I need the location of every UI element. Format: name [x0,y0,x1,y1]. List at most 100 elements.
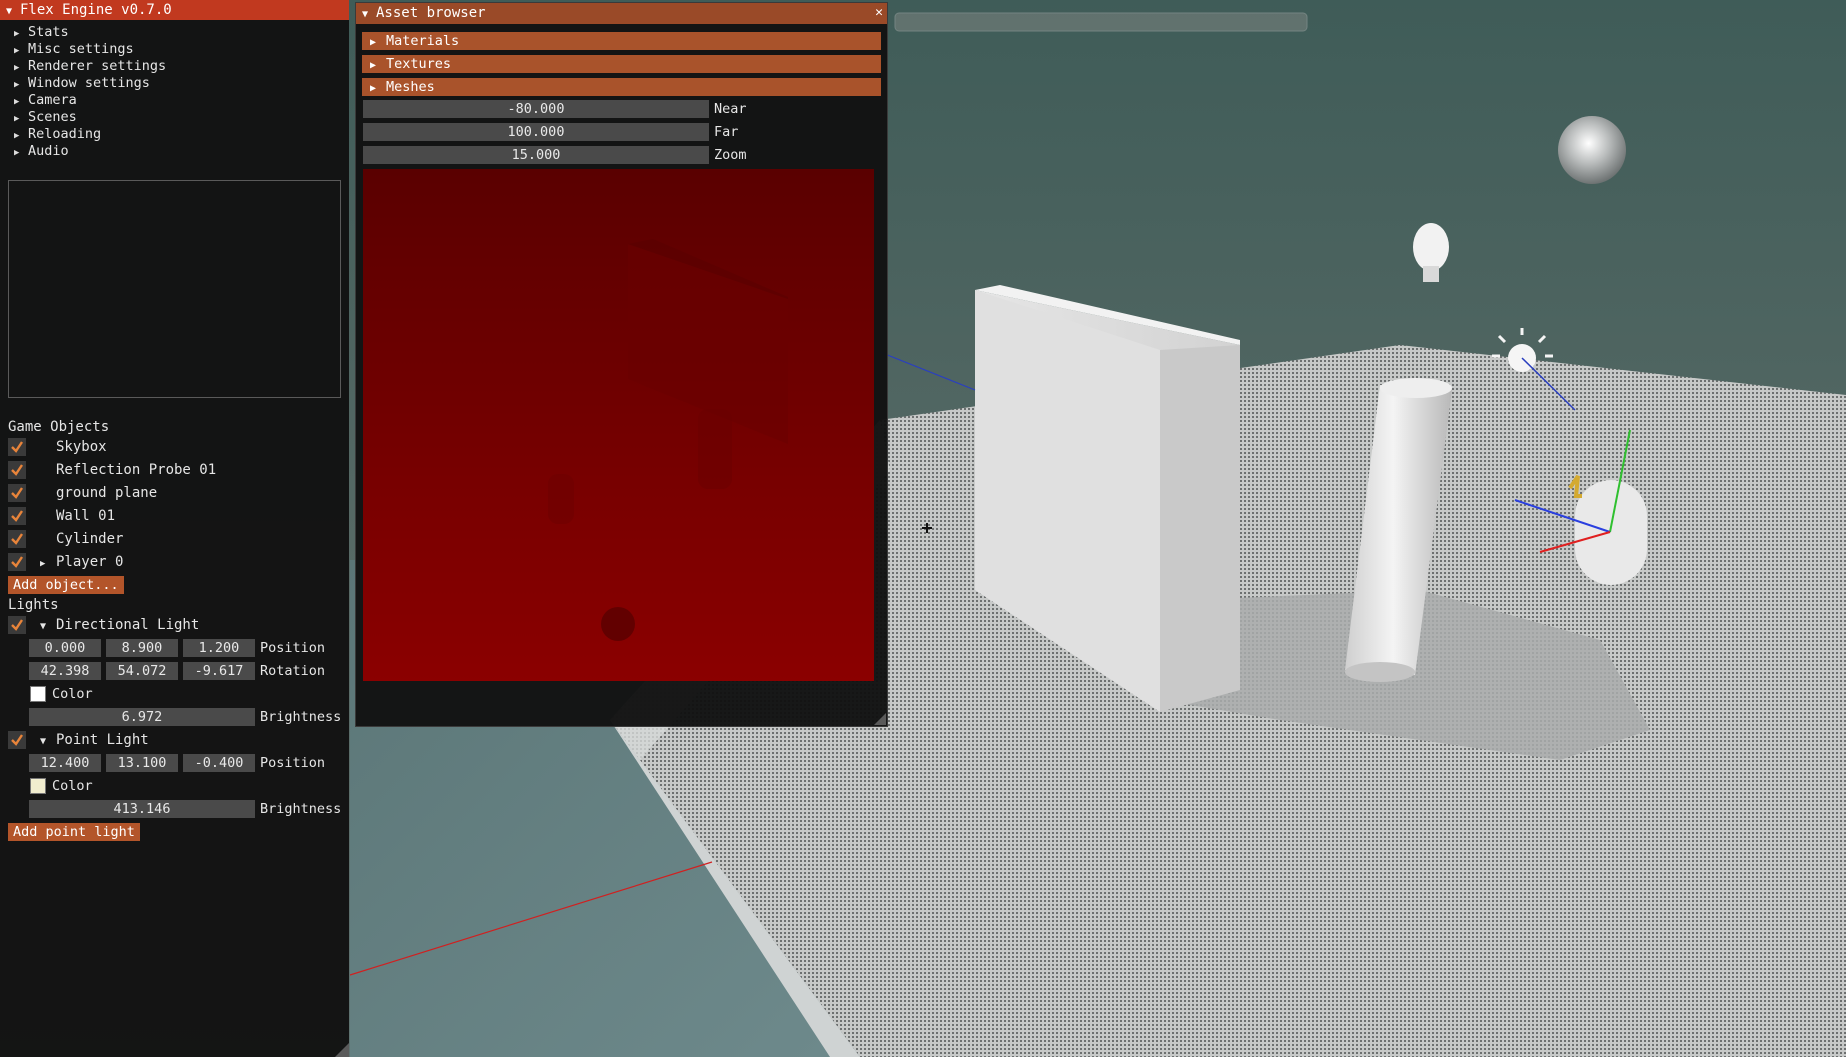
dir-rotation-x[interactable]: 42.398 [29,662,101,680]
game-object-label: Reflection Probe 01 [56,462,217,478]
near-field[interactable]: -80.000 [363,100,709,118]
checkmark-icon [11,556,23,568]
menu-item-renderer-settings[interactable]: ▶ Renderer settings [0,58,349,75]
menu-item-label: Window settings [28,75,150,91]
point-light-checkbox[interactable] [8,731,26,749]
asset-browser-window: ▼ Asset browser ✕ ▶ Materials ▶ Textures ▶ Mes… [355,2,888,727]
dir-rotation-y[interactable]: 54.072 [106,662,178,680]
dir-position-label: Position [260,640,326,656]
game-object-checkbox[interactable] [8,484,26,502]
asset-browser-title: Asset browser [376,5,486,21]
directional-light-label: Directional Light [56,617,200,633]
game-object-checkbox[interactable] [8,530,26,548]
collapse-arrow-icon[interactable]: ▼ [6,2,20,22]
game-object-item[interactable]: Skybox [40,437,349,457]
point-brightness-slider[interactable]: 413.146 [29,800,255,818]
dir-brightness-slider[interactable]: 6.972 [29,708,255,726]
game-object-checkbox[interactable] [8,507,26,525]
asset-browser-titlebar[interactable]: ▼ Asset browser ✕ [356,3,887,24]
game-object-label: Cylinder [56,531,124,547]
tree-collapsed-icon: ▶ [40,559,46,569]
dir-color-label: Color [52,686,93,702]
shadow-map-image [548,239,788,641]
section-textures[interactable]: ▶ Textures [362,55,881,73]
game-object-label: Wall 01 [56,508,116,524]
section-label: Textures [386,56,452,72]
point-position-x[interactable]: 12.400 [29,754,101,772]
directional-light-checkbox[interactable] [8,616,26,634]
dir-brightness-label: Brightness [260,709,342,725]
game-object-label: ground plane [56,485,158,501]
close-icon[interactable]: ✕ [875,3,883,23]
checkmark-icon [11,734,23,746]
tree-collapsed-icon: ▶ [14,148,20,158]
point-brightness-label: Brightness [260,801,342,817]
tree-expanded-icon: ▼ [40,621,47,632]
point-color-label: Color [52,778,93,794]
zoom-field[interactable]: 15.000 [363,146,709,164]
menu-item-misc-settings[interactable]: ▶ Misc settings [0,41,349,58]
resize-grip-icon[interactable] [335,1043,349,1057]
point-position-z[interactable]: -0.400 [183,754,255,772]
add-point-light-button[interactable]: Add point light [8,823,140,841]
section-meshes[interactable]: ▶ Meshes [362,78,881,96]
checkmark-icon [11,464,23,476]
game-object-item[interactable]: ▶ Player 0 [40,552,349,572]
main-window-titlebar[interactable]: ▼ Flex Engine v0.7.0 [0,0,349,20]
menu-item-label: Misc settings [28,41,134,57]
main-window-title: Flex Engine v0.7.0 [20,2,172,18]
lights-heading: Lights [8,597,59,613]
game-objects-heading: Game Objects [8,419,110,435]
game-object-checkbox[interactable] [8,438,26,456]
point-light-label: Point Light [56,732,149,748]
dir-position-z[interactable]: 1.200 [183,639,255,657]
menu-item-label: Scenes [28,109,77,125]
directional-light-node[interactable]: ▼ Directional Light [40,615,349,635]
checkmark-icon [11,441,23,453]
near-label: Near [714,101,747,117]
menu-item-label: Stats [28,24,69,40]
point-light-node[interactable]: ▼ Point Light [40,730,349,750]
far-label: Far [714,124,739,140]
game-object-item[interactable]: Reflection Probe 01 [40,460,349,480]
collapse-arrow-icon[interactable]: ▼ [362,5,376,25]
menu-item-camera[interactable]: ▶ Camera [0,92,349,109]
dir-rotation-z[interactable]: -9.617 [183,662,255,680]
section-materials[interactable]: ▶ Materials [362,32,881,50]
game-object-checkbox[interactable] [8,461,26,479]
point-position-label: Position [260,755,326,771]
tree-collapsed-icon: ▶ [370,83,377,94]
menu-item-label: Audio [28,143,69,159]
tree-collapsed-icon: ▶ [370,37,377,48]
dir-position-x[interactable]: 0.000 [29,639,101,657]
preview-panel [8,180,341,398]
menu-item-window-settings[interactable]: ▶ Window settings [0,75,349,92]
menu-item-stats[interactable]: ▶ Stats [0,24,349,41]
menu-item-label: Reloading [28,126,102,142]
dir-rotation-label: Rotation [260,663,326,679]
dir-position-y[interactable]: 8.900 [106,639,178,657]
menu-item-audio[interactable]: ▶ Audio [0,143,349,160]
point-position-y[interactable]: 13.100 [106,754,178,772]
resize-grip-icon[interactable] [874,713,886,725]
zoom-label: Zoom [714,147,747,163]
add-object-button[interactable]: Add object... [8,576,124,594]
far-field[interactable]: 100.000 [363,123,709,141]
game-object-label: Player 0 [56,554,124,570]
game-object-label: Skybox [56,439,107,455]
checkmark-icon [11,510,23,522]
checkmark-icon [11,533,23,545]
point-color-swatch[interactable] [30,778,46,794]
menu-item-reloading[interactable]: ▶ Reloading [0,126,349,143]
dir-color-swatch[interactable] [30,686,46,702]
game-object-item[interactable]: ground plane [40,483,349,503]
menu-item-scenes[interactable]: ▶ Scenes [0,109,349,126]
game-object-checkbox[interactable] [8,553,26,571]
game-object-item[interactable]: Wall 01 [40,506,349,526]
checkmark-icon [11,487,23,499]
menu-item-label: Renderer settings [28,58,167,74]
main-window: ▼ Flex Engine v0.7.0 ▶ Stats ▶ Misc settings… [0,0,349,1057]
menu-item-label: Camera [28,92,77,108]
game-object-item[interactable]: Cylinder [40,529,349,549]
shadow-map-preview [363,169,874,681]
